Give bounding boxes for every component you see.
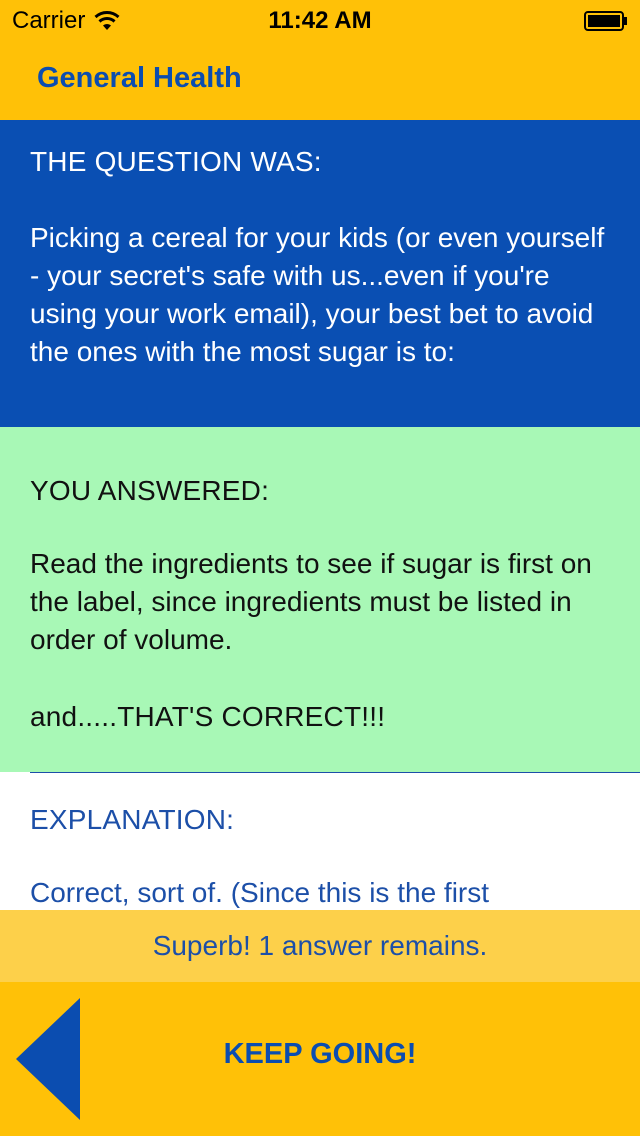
keep-going-button[interactable]: KEEP GOING! (200, 1038, 440, 1071)
page-title: General Health (37, 62, 242, 94)
answer-text: Read the ingredients to see if sugar is … (30, 548, 592, 655)
question-text: Picking a cereal for your kids (or even … (30, 222, 605, 367)
question-heading: THE QUESTION WAS: (30, 146, 322, 177)
answer-result: and.....THAT'S CORRECT!!! (30, 701, 386, 732)
back-button[interactable] (14, 998, 82, 1120)
question-panel: THE QUESTION WAS: Picking a cereal for y… (0, 120, 640, 427)
status-bar: Carrier 11:42 AM (0, 0, 640, 40)
divider (30, 772, 640, 773)
answer-panel: YOU ANSWERED: Read the ingredients to se… (0, 427, 640, 772)
status-time: 11:42 AM (268, 7, 372, 34)
remaining-status: Superb! 1 answer remains. (0, 910, 640, 982)
screen: Carrier 11:42 AM General Health THE QUES… (0, 0, 640, 1136)
battery-icon (584, 10, 628, 31)
explanation-panel[interactable]: EXPLANATION: Correct, sort of. (Since th… (0, 772, 640, 910)
explanation-text: Correct, sort of. (Since this is the fir… (30, 877, 490, 908)
back-triangle-icon (16, 998, 80, 1120)
header: Carrier 11:42 AM General Health (0, 0, 640, 120)
answer-heading: YOU ANSWERED: (30, 475, 270, 506)
remaining-message: Superb! 1 answer remains. (152, 930, 488, 961)
explanation-heading: EXPLANATION: (30, 804, 235, 835)
footer: KEEP GOING! (0, 982, 640, 1136)
